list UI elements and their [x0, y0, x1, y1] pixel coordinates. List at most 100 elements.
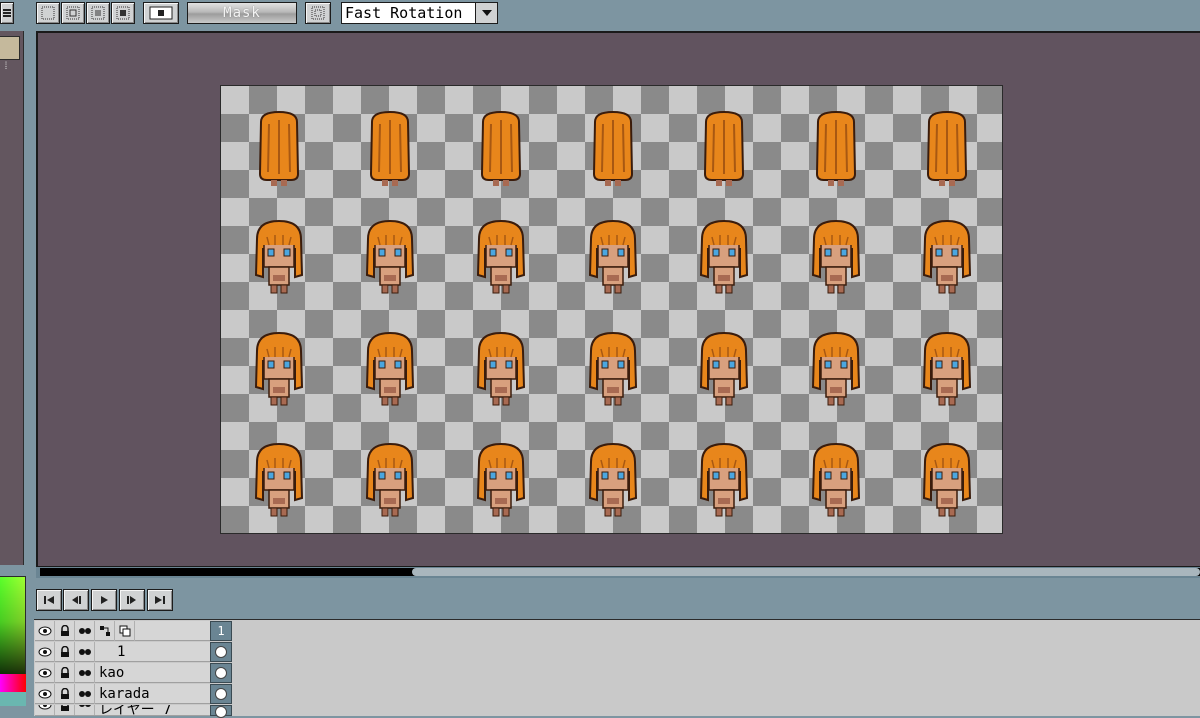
- lock-icon[interactable]: [55, 705, 75, 715]
- sprite-frame-front: [811, 442, 861, 517]
- sprite-frame-back: [815, 110, 857, 186]
- onion-skin-icon[interactable]: [75, 683, 95, 704]
- eye-icon[interactable]: [35, 683, 55, 704]
- sprite-frame-front: [811, 331, 861, 406]
- mask-label: Mask: [223, 5, 261, 21]
- sprite-frame-front: [922, 331, 972, 406]
- menu-button[interactable]: [0, 2, 14, 24]
- sprite-frame-front: [476, 331, 526, 406]
- frame-cell[interactable]: [210, 642, 232, 662]
- sprite-frame-back: [369, 110, 411, 186]
- scrollbar-thumb[interactable]: [412, 568, 1200, 576]
- sprite-frame-front: [588, 219, 638, 294]
- eye-icon[interactable]: [35, 620, 55, 641]
- first-frame-button[interactable]: [36, 589, 62, 611]
- grid-medium-button[interactable]: [86, 2, 110, 24]
- onion-skin-icon[interactable]: [75, 705, 95, 715]
- link-icon[interactable]: [95, 620, 115, 641]
- palette-panel: [0, 31, 24, 565]
- sprite-frame-front: [365, 331, 415, 406]
- sprite-frame-back: [592, 110, 634, 186]
- keyframe-dot: [215, 667, 227, 679]
- empty-grid-icon: [41, 6, 55, 20]
- skip-start-icon: [44, 596, 54, 604]
- sprite-frame-front: [588, 442, 638, 517]
- hamburger-icon: [3, 9, 11, 17]
- sprite-frame-front: [365, 219, 415, 294]
- sprite-frame-front: [476, 219, 526, 294]
- current-color-swatch[interactable]: [0, 36, 20, 60]
- keyframe-dot: [215, 688, 227, 700]
- frame-cell[interactable]: [210, 663, 232, 683]
- rotation-mode-value: Fast Rotation: [345, 4, 463, 22]
- dotted-grid-icon: [311, 6, 325, 20]
- sprite-frame-back: [703, 110, 745, 186]
- sprite-frame-front: [811, 219, 861, 294]
- layer-name: 1: [117, 643, 126, 660]
- grid-large-button[interactable]: [111, 2, 135, 24]
- sprite-frame-front: [699, 219, 749, 294]
- layer-header-row: [35, 620, 210, 641]
- copy-icon[interactable]: [115, 620, 135, 641]
- large-grid-icon: [116, 6, 130, 20]
- selection-icon: [149, 6, 173, 20]
- onion-skin-icon[interactable]: [75, 620, 95, 641]
- sprite-frame-back: [480, 110, 522, 186]
- eye-icon[interactable]: [35, 705, 55, 715]
- frame-number-cell[interactable]: 1: [210, 621, 232, 641]
- medium-grid-icon: [91, 6, 105, 20]
- prev-frame-button[interactable]: [63, 589, 89, 611]
- sprite-frame-front: [476, 442, 526, 517]
- sprite-frame-front: [922, 442, 972, 517]
- onion-skin-icon[interactable]: [75, 641, 95, 662]
- grid-off-button[interactable]: [36, 2, 60, 24]
- onion-skin-icon[interactable]: [75, 662, 95, 683]
- top-toolbar: Mask Fast Rotation: [0, 0, 1200, 28]
- step-back-icon: [72, 596, 81, 604]
- keyframe-dot: [215, 646, 227, 658]
- hue-slider[interactable]: [0, 674, 26, 692]
- last-frame-button[interactable]: [147, 589, 173, 611]
- play-icon: [101, 596, 108, 604]
- sprite-frame-front: [699, 331, 749, 406]
- mask-button[interactable]: Mask: [187, 2, 297, 24]
- layer-name: karada: [99, 685, 150, 702]
- layer-name: kao: [99, 664, 125, 681]
- next-frame-button[interactable]: [119, 589, 145, 611]
- step-forward-icon: [127, 596, 136, 604]
- sprite-frame-front: [588, 331, 638, 406]
- rotation-mode-select[interactable]: Fast Rotation: [341, 2, 498, 24]
- layer-row[interactable]: kao: [35, 662, 210, 683]
- eye-icon[interactable]: [35, 641, 55, 662]
- play-button[interactable]: [91, 589, 117, 611]
- layer-row[interactable]: karada: [35, 683, 210, 704]
- sprite-frame-back: [926, 110, 968, 186]
- dropdown-arrow-icon[interactable]: [475, 3, 497, 23]
- hue-slider-lower[interactable]: [0, 692, 26, 706]
- frame-cell[interactable]: [210, 705, 232, 718]
- layer-name: レイヤー 7: [99, 705, 172, 716]
- selection-button[interactable]: [143, 2, 179, 24]
- layer-row[interactable]: レイヤー 7: [35, 705, 210, 716]
- frame-cell[interactable]: [210, 684, 232, 704]
- sprite-sheet-canvas[interactable]: [220, 85, 1003, 534]
- sprite-frame-back: [258, 110, 300, 186]
- frame-number: 1: [217, 624, 225, 638]
- lock-icon[interactable]: [55, 662, 75, 683]
- sprite-frame-front: [699, 442, 749, 517]
- lock-icon[interactable]: [55, 620, 75, 641]
- lock-icon[interactable]: [55, 641, 75, 662]
- grid-small-button[interactable]: [61, 2, 85, 24]
- sprite-frame-front: [254, 442, 304, 517]
- sprite-frame-front: [254, 219, 304, 294]
- keyframe-dot: [215, 706, 227, 718]
- sprite-frame-front: [365, 442, 415, 517]
- grid-toggle-button[interactable]: [305, 2, 331, 24]
- lock-icon[interactable]: [55, 683, 75, 704]
- panel-grip-icon[interactable]: ⁞: [3, 62, 9, 72]
- sprite-frame-front: [254, 331, 304, 406]
- skip-end-icon: [155, 596, 165, 604]
- sprite-frame-front: [922, 219, 972, 294]
- eye-icon[interactable]: [35, 662, 55, 683]
- layer-row[interactable]: 1: [35, 641, 210, 662]
